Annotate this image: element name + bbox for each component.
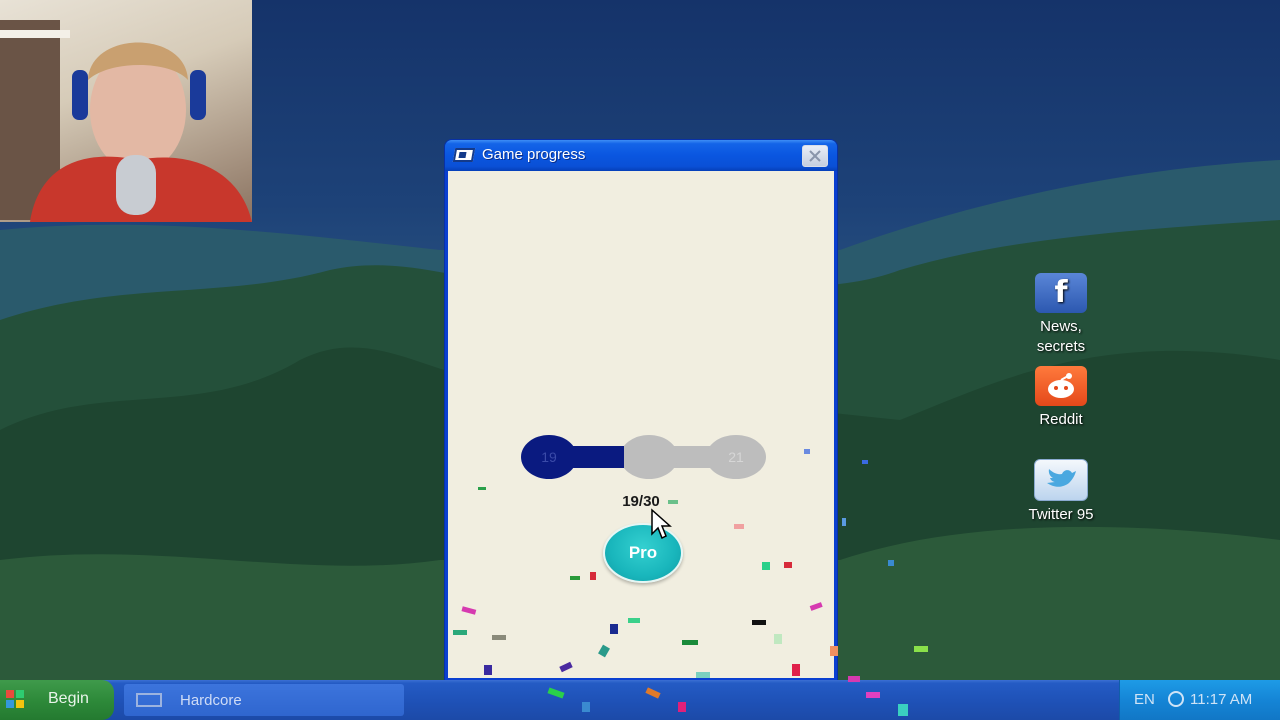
language-indicator[interactable]: EN <box>1134 691 1155 708</box>
desktop-icon-twitter[interactable]: Twitter 95 <box>1006 459 1116 525</box>
window-title: Game progress <box>482 146 586 163</box>
window-client-area: 21 19 19/30 Pro <box>448 171 834 678</box>
desktop-icon-label: Reddit <box>1039 411 1083 428</box>
desktop-icon-label: News, <box>1040 318 1082 335</box>
desktop-icon-label: Twitter 95 <box>1028 506 1094 523</box>
level-node-middle <box>620 435 678 479</box>
desktop-icon-news-secrets[interactable]: f News, secrets <box>1006 273 1116 357</box>
start-flag-icon <box>6 690 24 708</box>
mouse-cursor-icon <box>651 508 672 540</box>
start-button-label: Begin <box>48 690 89 707</box>
close-button[interactable] <box>802 145 828 167</box>
streamer-webcam-image <box>0 20 252 222</box>
taskbar-item-hardcore[interactable]: Hardcore <box>124 684 404 716</box>
taskbar: Begin Hardcore EN 11:17 AM <box>0 680 1280 720</box>
desktop-icon-reddit[interactable]: Reddit <box>1006 366 1116 430</box>
level-node-next: 21 <box>706 435 766 479</box>
level-progress-track: 21 19 <box>448 171 834 678</box>
desktop-icon-label: secrets <box>1036 338 1086 355</box>
progress-counter: 19/30 <box>622 493 660 510</box>
window-app-icon <box>452 148 476 162</box>
reddit-icon <box>1035 366 1087 406</box>
window-titlebar[interactable]: Game progress <box>445 140 837 171</box>
close-icon <box>809 150 821 162</box>
taskbar-item-label: Hardcore <box>180 692 242 709</box>
game-progress-window: Game progress 21 19 19/30 Pro <box>444 139 838 681</box>
webcam-overlay <box>0 0 252 222</box>
window-icon <box>136 693 162 707</box>
start-button[interactable]: Begin <box>0 680 114 720</box>
twitter-bird-icon <box>1034 459 1088 501</box>
volume-icon[interactable] <box>1168 691 1184 707</box>
facebook-icon: f <box>1035 273 1087 313</box>
level-node-current: 19 <box>521 435 577 479</box>
clock: 11:17 AM <box>1190 691 1253 708</box>
system-tray: EN 11:17 AM <box>1119 680 1280 720</box>
